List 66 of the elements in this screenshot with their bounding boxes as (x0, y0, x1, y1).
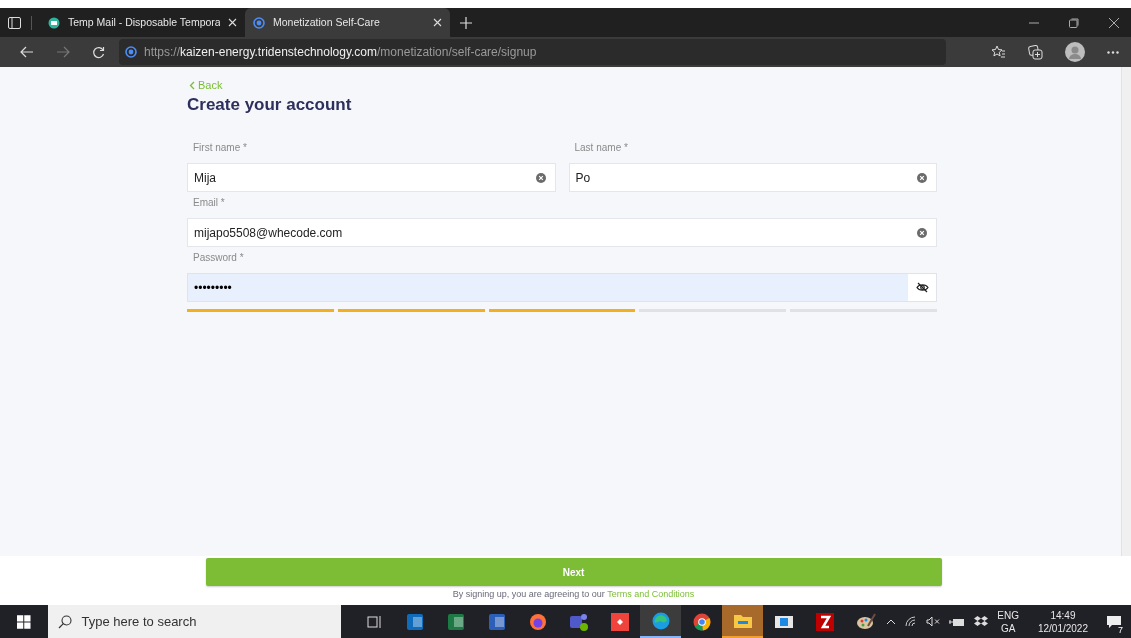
speaker-muted-icon[interactable] (926, 616, 941, 627)
clear-icon[interactable] (535, 172, 546, 183)
text-field[interactable]: Mija (187, 163, 556, 192)
forward-arrow-icon[interactable] (56, 46, 70, 58)
clear-icon[interactable] (917, 172, 927, 183)
restore-icon[interactable] (1069, 17, 1079, 28)
mail-app-icon (404, 612, 425, 631)
wifi-icon[interactable] (905, 616, 918, 627)
url-text: https://kaizen-energy.tridenstechnology.com/monetization/self-care/signup (144, 44, 537, 61)
ftp-app-icon (814, 611, 835, 632)
paint-palette-icon (855, 611, 876, 632)
chevron-left-icon (189, 80, 195, 90)
profile-avatar-icon[interactable] (1065, 42, 1085, 62)
browser-tab[interactable]: Temp Mail - Disposable Tempora (40, 8, 245, 37)
mail-tab-icon (48, 16, 60, 29)
taskbar-app[interactable] (722, 605, 764, 638)
task-view-icon (365, 613, 382, 630)
remote-desk-icon (609, 611, 630, 632)
windows-start-icon[interactable] (17, 614, 31, 629)
text-field[interactable]: mijapo5508@whecode.com (187, 218, 937, 247)
field-label: Email * (193, 197, 226, 208)
site-tab-icon (253, 16, 265, 29)
url-field[interactable]: https://kaizen-energy.tridenstechnology.com/monetization/self-care/signup (119, 39, 946, 65)
browser-fox-icon (527, 611, 548, 632)
reload-icon[interactable] (92, 45, 105, 59)
clear-icon[interactable] (917, 227, 927, 238)
favorites-star-icon[interactable] (991, 45, 1006, 59)
close-window-icon[interactable] (1109, 17, 1119, 28)
search-icon (57, 614, 72, 629)
hide-password-icon[interactable] (915, 282, 929, 293)
more-menu-icon[interactable] (1107, 50, 1119, 54)
browser-tab[interactable]: Monetization Self-Care (245, 8, 450, 37)
notification-count: 7 (1116, 625, 1125, 635)
tab-actions-icon[interactable] (8, 17, 21, 29)
notifications-button[interactable]: 7 (1097, 605, 1131, 638)
page-title: Create your account (187, 94, 353, 116)
taskbar-search-field[interactable]: Type here to search (47, 605, 342, 638)
field-label: Last name * (574, 142, 629, 153)
field-label: Password * (193, 252, 245, 263)
window-app-icon (773, 613, 794, 630)
field-label: First name * (193, 142, 248, 153)
taskbar-app[interactable] (640, 605, 682, 638)
dropbox-icon[interactable] (974, 615, 989, 628)
site-icon (125, 46, 137, 58)
language-indicator[interactable]: ENG GA (997, 608, 1019, 635)
back-arrow-icon[interactable] (20, 46, 34, 58)
spreadsheet-app-icon (445, 612, 466, 631)
terms-text: By signing up, you are agreeing to our Terms and Conditions (452, 588, 695, 601)
scrollbar[interactable] (1121, 67, 1131, 556)
close-tab-icon[interactable] (228, 18, 237, 27)
edge-browser-icon (650, 610, 671, 631)
password-field[interactable]: ••••••••• (187, 273, 937, 302)
tab-title: Temp Mail - Disposable Tempora (68, 14, 220, 30)
minimize-icon[interactable] (1029, 21, 1039, 24)
close-tab-icon[interactable] (433, 18, 442, 27)
battery-plug-icon[interactable] (949, 616, 966, 627)
collections-icon[interactable] (1028, 44, 1043, 60)
text-field[interactable]: Po (568, 163, 937, 192)
new-tab-icon[interactable] (460, 17, 472, 29)
chrome-browser-icon (691, 611, 712, 632)
notifications-icon (1106, 614, 1122, 629)
chevron-up-icon[interactable] (886, 618, 897, 625)
document-app-icon (486, 612, 507, 631)
chat-app-icon (567, 611, 590, 632)
clock[interactable]: 14:49 12/01/2022 (1037, 608, 1088, 635)
tab-title: Monetization Self-Care (273, 14, 381, 30)
